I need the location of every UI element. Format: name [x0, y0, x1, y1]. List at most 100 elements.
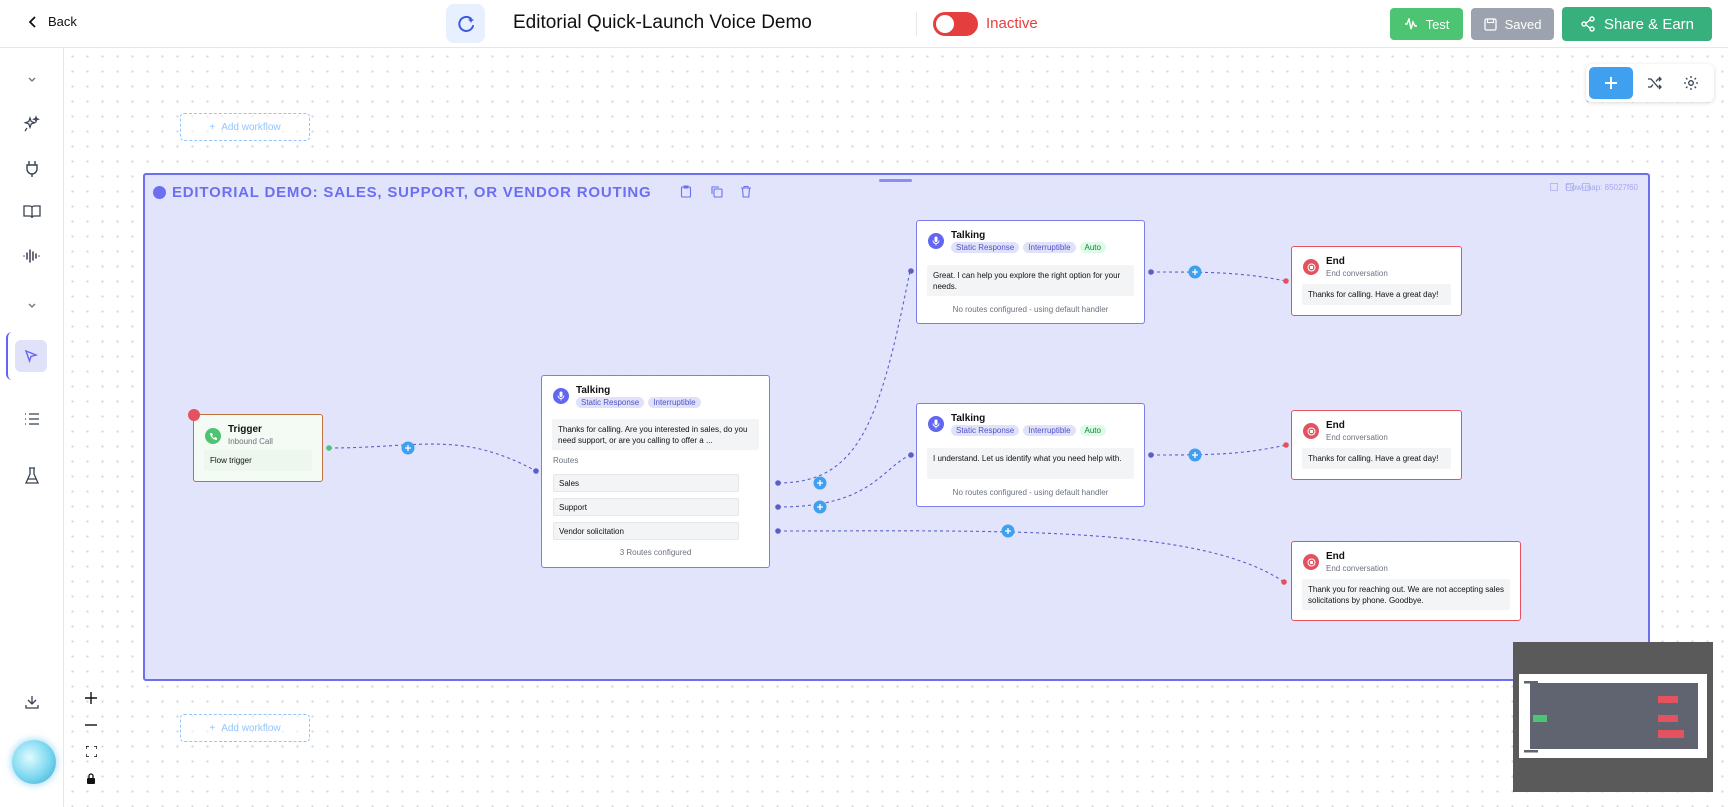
talking-node-main[interactable]: Talking Static Response Interruptible Th…	[541, 375, 770, 568]
sparkle-icon[interactable]	[22, 114, 42, 134]
plug-icon[interactable]	[22, 158, 42, 178]
trigger-node[interactable]: Trigger Inbound Call Flow trigger	[188, 409, 323, 482]
test-label: Test	[1425, 16, 1450, 32]
gear-icon[interactable]	[1682, 74, 1700, 92]
header-divider	[916, 12, 917, 36]
end-node-3[interactable]: End End conversation Thank you for reach…	[1291, 541, 1521, 621]
node-message: Thanks for calling. Have a great day!	[1302, 284, 1451, 305]
fullscreen-icon	[85, 746, 97, 757]
stop-icon	[1303, 554, 1319, 570]
node-title: End	[1326, 420, 1345, 431]
download-icon[interactable]	[22, 692, 42, 712]
lock-icon	[87, 773, 95, 784]
trash-icon[interactable]	[739, 184, 753, 198]
top-bar: Back Editorial Quick-Launch Voice Demo I…	[0, 0, 1728, 48]
end-node-2[interactable]: End End conversation Thanks for calling.…	[1291, 410, 1462, 480]
zoom-out-button[interactable]	[77, 711, 105, 738]
node-subtitle: End conversation	[1326, 269, 1388, 278]
node-message: I understand. Let us identify what you n…	[927, 448, 1134, 479]
route-support[interactable]: Support	[553, 498, 739, 516]
group-drag-handle[interactable]	[879, 179, 912, 182]
end-node-1[interactable]: End End conversation Thanks for calling.…	[1291, 246, 1462, 316]
minimap-view	[1519, 674, 1707, 758]
node-subtitle: End conversation	[1326, 564, 1388, 573]
share-icon	[1581, 16, 1595, 32]
talking-node-support[interactable]: Talking Static Response Interruptible Au…	[916, 403, 1145, 507]
node-subtitle: Inbound Call	[228, 437, 273, 446]
route-vendor[interactable]: Vendor solicitation	[553, 522, 739, 540]
add-workflow-label: Add workflow	[221, 121, 281, 133]
tag-static-response: Static Response	[576, 397, 645, 408]
left-sidebar	[0, 48, 64, 807]
zoom-controls	[77, 684, 105, 792]
tag-auto: Auto	[1079, 425, 1106, 436]
tag-interruptible: Interruptible	[1023, 425, 1076, 436]
stop-icon	[1303, 259, 1319, 275]
list-icon[interactable]	[22, 409, 42, 429]
add-workflow-button-bottom[interactable]: + Add workflow	[180, 714, 310, 742]
tag-static-response: Static Response	[951, 425, 1020, 436]
toggle-knob	[936, 15, 954, 33]
node-message: Thanks for calling. Have a great day!	[1302, 448, 1451, 469]
tag-auto: Auto	[1079, 242, 1106, 253]
page-title: Editorial Quick-Launch Voice Demo	[513, 12, 812, 33]
sidebar-item-editor[interactable]	[6, 332, 52, 380]
app-logo[interactable]	[446, 4, 485, 43]
clipboard-icon[interactable]	[679, 184, 693, 198]
node-message: Thanks for calling. Are you interested i…	[552, 419, 759, 450]
share-earn-button[interactable]: Share & Earn	[1562, 7, 1712, 41]
chevron-down-icon[interactable]	[22, 296, 42, 316]
plus-icon	[1605, 77, 1617, 89]
assistant-orb-button[interactable]	[12, 740, 56, 784]
tag-interruptible: Interruptible	[648, 397, 701, 408]
node-title: Talking	[576, 385, 611, 396]
status-text: Inactive	[986, 15, 1038, 32]
fit-view-button[interactable]	[77, 738, 105, 765]
talking-node-sales[interactable]: Talking Static Response Interruptible Au…	[916, 220, 1145, 324]
test-button[interactable]: Test	[1390, 8, 1463, 40]
cursor-icon	[15, 340, 47, 372]
add-workflow-label: Add workflow	[221, 722, 281, 734]
node-tags: Static Response Interruptible Auto	[951, 425, 1106, 436]
node-title: Talking	[951, 230, 986, 241]
copy-icon[interactable]	[709, 184, 723, 198]
plus-icon: +	[209, 121, 216, 133]
node-tags: Static Response Interruptible Auto	[951, 242, 1106, 253]
audio-icon[interactable]	[22, 246, 42, 266]
add-workflow-button-top[interactable]: + Add workflow	[180, 113, 310, 141]
book-icon[interactable]	[22, 202, 42, 222]
node-message: Great. I can help you explore the right …	[927, 265, 1134, 296]
share-label: Share & Earn	[1603, 15, 1695, 33]
zoom-in-button[interactable]	[77, 684, 105, 711]
chevron-down-icon[interactable]	[22, 70, 42, 90]
node-title: End	[1326, 256, 1345, 267]
saved-label: Saved	[1504, 16, 1542, 32]
shuffle-icon[interactable]	[1646, 74, 1664, 92]
node-subtitle: End conversation	[1326, 433, 1388, 442]
tag-interruptible: Interruptible	[1023, 242, 1076, 253]
chevron-left-icon	[28, 15, 36, 28]
node-title: Trigger	[228, 424, 262, 435]
mic-icon	[928, 416, 944, 432]
back-button[interactable]: Back	[28, 14, 77, 29]
minimap[interactable]	[1513, 642, 1713, 792]
node-title: End	[1326, 551, 1345, 562]
canvas-toolbar	[1586, 64, 1714, 102]
add-node-button[interactable]	[1589, 67, 1633, 99]
active-toggle[interactable]	[933, 12, 978, 36]
save-icon	[1483, 17, 1497, 31]
routes-label: Routes	[553, 456, 579, 465]
mic-icon	[553, 388, 569, 404]
group-title: EDITORIAL DEMO: SALES, SUPPORT, OR VENDO…	[172, 184, 652, 201]
mic-icon	[928, 233, 944, 249]
stop-icon	[1303, 423, 1319, 439]
routes-footer: 3 Routes configured	[619, 548, 692, 557]
group-color-dot	[153, 186, 166, 199]
phone-icon	[205, 428, 221, 444]
node-footer: No routes configured - using default han…	[952, 488, 1109, 497]
route-sales[interactable]: Sales	[553, 474, 739, 492]
saved-button[interactable]: Saved	[1471, 8, 1554, 40]
flask-icon[interactable]	[22, 466, 42, 486]
node-footer: No routes configured - using default han…	[952, 305, 1109, 314]
lock-button[interactable]	[77, 765, 105, 792]
